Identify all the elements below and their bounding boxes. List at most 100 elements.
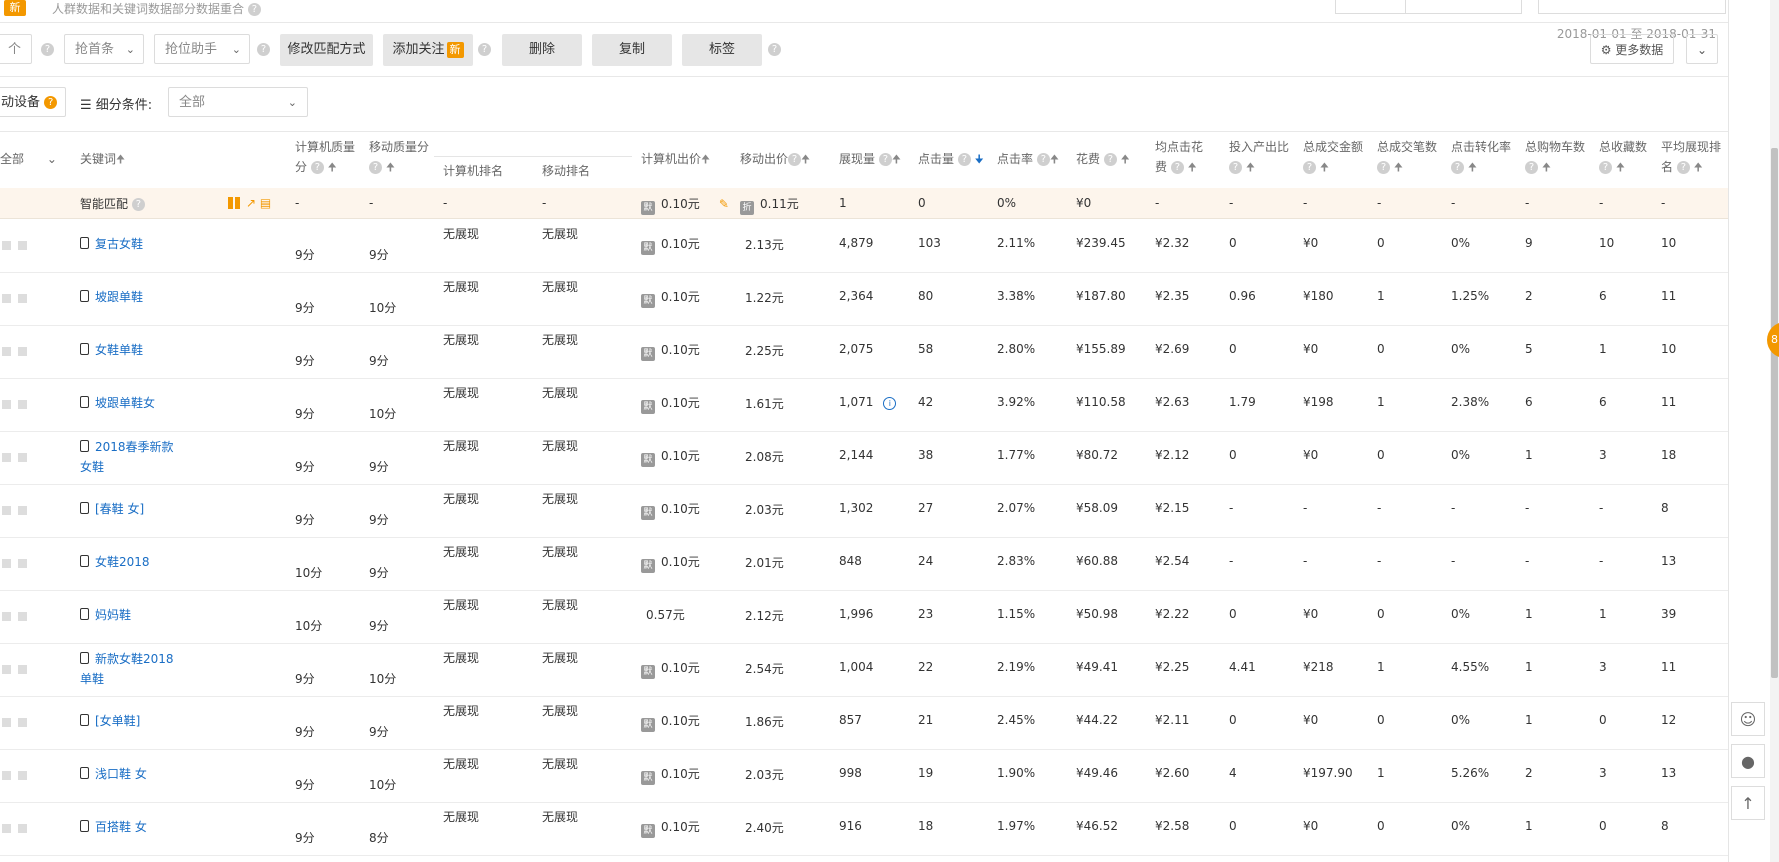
help-icon[interactable]: ? (478, 43, 491, 56)
row-checkbox[interactable] (2, 241, 11, 250)
keyword-link[interactable]: 浅口鞋 女 (80, 764, 147, 784)
pc-bid[interactable]: 默 0.10元 (641, 394, 700, 414)
copy-button[interactable]: 复制 (592, 34, 672, 66)
pc-bid[interactable]: 默 0.10元 (641, 765, 700, 785)
header-cvr[interactable]: 点击转化率? 🠉 (1451, 137, 1511, 178)
keyword-link[interactable]: 妈妈鞋 (80, 605, 131, 625)
header-cost[interactable]: 花费 ? 🠉 (1076, 149, 1130, 170)
grab-first-select[interactable]: 抢首条 ⌄ (64, 34, 144, 64)
pc-bid[interactable]: 默 0.10元 (641, 447, 700, 467)
header-keyword[interactable]: 关键词🠉 (80, 149, 125, 170)
help-icon[interactable]: ? (1036, 153, 1050, 166)
table-row[interactable]: 百搭鞋 女 9分 8分 无展现 无展现 默 0.10元 2.40元 916 18 … (0, 802, 1728, 856)
table-row[interactable]: 坡跟单鞋 9分 10分 无展现 无展现 默 0.10元 1.22元 2,364 8… (0, 272, 1728, 326)
pc-bid[interactable]: 默 0.10元 (641, 235, 700, 255)
table-row[interactable]: 浅口鞋 女 9分 10分 无展现 无展现 默 0.10元 2.03元 998 19… (0, 749, 1728, 803)
keyword-link[interactable]: 新款女鞋2018 单鞋 (80, 649, 174, 689)
info-icon[interactable]: i (883, 397, 897, 410)
row-checkbox[interactable] (2, 665, 11, 674)
pc-bid[interactable]: 默 0.10元 (641, 659, 700, 679)
pc-bid[interactable]: 默 0.10元 (641, 553, 700, 573)
sort-up-icon[interactable]: 🠉 (1121, 153, 1130, 166)
row-checkbox[interactable] (2, 506, 11, 515)
table-row[interactable]: 复古女鞋 9分 9分 无展现 无展现 默 0.10元 2.13元 4,879 10… (0, 219, 1728, 273)
row-status-box[interactable] (18, 241, 27, 250)
help-icon[interactable]: ? (878, 153, 892, 166)
row-checkbox[interactable] (2, 400, 11, 409)
help-icon[interactable]: ? (1103, 153, 1117, 166)
rank-assist-select[interactable]: 抢位助手 ⌄ (154, 34, 250, 64)
keyword-link[interactable]: 坡跟单鞋女 (80, 393, 155, 413)
help-icon[interactable]: ? (1676, 161, 1690, 174)
tag-button[interactable]: 标签 (682, 34, 762, 66)
row-checkbox[interactable] (2, 824, 11, 833)
help-icon[interactable]: ? (768, 43, 781, 56)
header-avg-rank[interactable]: 平均展现排名 ? 🠉 (1661, 137, 1721, 178)
row-checkbox[interactable] (2, 771, 11, 780)
delete-button[interactable]: 删除 (502, 34, 582, 66)
row-status-box[interactable] (18, 824, 27, 833)
trend-chart-icon[interactable]: ↗ (246, 196, 256, 210)
header-orders[interactable]: 总成交笔数? 🠉 (1377, 137, 1437, 178)
row-status-box[interactable] (18, 453, 27, 462)
date-picker[interactable] (1538, 0, 1726, 14)
header-roi[interactable]: 投入产出比? 🠉 (1229, 137, 1289, 178)
keyword-link[interactable]: [春鞋 女] (80, 499, 144, 519)
keyword-link[interactable]: 百搭鞋 女 (80, 817, 147, 837)
row-status-box[interactable] (18, 506, 27, 515)
header-carts[interactable]: 总购物车数? 🠉 (1525, 137, 1585, 178)
scrollbar-thumb[interactable] (1771, 148, 1778, 678)
row-checkbox[interactable] (2, 718, 11, 727)
help-icon[interactable]: ? (1377, 161, 1390, 174)
sort-up-icon[interactable]: 🠉 (116, 153, 125, 166)
help-icon[interactable]: ? (41, 43, 54, 56)
sort-up-icon[interactable]: 🠉 (1468, 161, 1477, 174)
pc-bid[interactable]: 默 0.10元 (641, 712, 700, 732)
header-clicks[interactable]: 点击量 ? 🠋 (918, 149, 984, 170)
help-icon[interactable]: ? (1303, 161, 1316, 174)
row-status-box[interactable] (18, 559, 27, 568)
table-row[interactable]: 女鞋单鞋 9分 9分 无展现 无展现 默 0.10元 2.25元 2,075 58… (0, 325, 1728, 379)
header-pc-quality[interactable]: 计算机质量分 ? 🠉 (295, 137, 355, 178)
sort-up-icon[interactable]: 🠉 (1394, 161, 1403, 174)
sort-up-icon[interactable]: 🠉 (1050, 153, 1059, 166)
top-select-right[interactable] (1405, 0, 1522, 14)
more-data-button[interactable]: ⚙ 更多数据 (1590, 34, 1674, 64)
help-icon[interactable]: ? (1599, 161, 1612, 174)
keyword-link[interactable]: 2018春季新款 女鞋 (80, 437, 174, 477)
help-icon[interactable]: ? (44, 96, 58, 109)
add-follow-button[interactable]: 添加关注新 (383, 34, 473, 66)
header-pc-bid[interactable]: 计算机出价🠉 (641, 149, 710, 170)
help-icon[interactable]: ? (310, 161, 324, 174)
table-row[interactable]: 坡跟单鞋女 9分 10分 无展现 无展现 默 0.10元 1.61元 1,071 i… (0, 378, 1728, 432)
help-icon[interactable]: ? (257, 43, 270, 56)
table-row[interactable]: [女单鞋] 9分 9分 无展现 无展现 默 0.10元 1.86元 857 21 … (0, 696, 1728, 750)
sort-up-icon[interactable]: 🠉 (1542, 161, 1551, 174)
row-status-box[interactable] (18, 771, 27, 780)
expand-button[interactable]: ⌄ (1686, 34, 1718, 64)
keyword-link[interactable]: 复古女鞋 (80, 234, 143, 254)
keyword-link[interactable]: 女鞋单鞋 (80, 340, 143, 360)
header-favs[interactable]: 总收藏数? 🠉 (1599, 137, 1647, 178)
sort-up-icon[interactable]: 🠉 (328, 161, 337, 174)
row-checkbox[interactable] (2, 453, 11, 462)
top-select-left[interactable] (1335, 0, 1407, 14)
sort-up-icon[interactable]: 🠉 (892, 153, 901, 166)
customer-service-icon[interactable]: ☺ (1731, 702, 1765, 736)
header-all-filter[interactable]: 全部 ⌄ (0, 149, 57, 169)
table-row[interactable]: 女鞋2018 10分 9分 无展现 无展现 默 0.10元 2.01元 848 2… (0, 537, 1728, 591)
help-icon[interactable]: ? (247, 3, 261, 16)
sort-up-icon[interactable]: 🠉 (1188, 161, 1197, 174)
help-icon[interactable]: ? (1170, 161, 1184, 174)
pc-bid[interactable]: 0.57元 (646, 606, 685, 623)
report-icon[interactable]: ▤ (260, 196, 271, 210)
back-to-top-icon[interactable]: ↑ (1731, 786, 1765, 820)
sort-up-icon[interactable]: 🠉 (1694, 161, 1703, 174)
header-mobile-bid[interactable]: 移动出价? 🠉 (740, 149, 810, 170)
smart-pc-bid[interactable]: 默 0.10元 ✎ (641, 195, 729, 215)
sort-up-icon[interactable]: 🠉 (701, 153, 710, 166)
help-icon[interactable]: ? (957, 153, 971, 166)
pc-bid[interactable]: 默 0.10元 (641, 341, 700, 361)
keyword-link[interactable]: [女单鞋] (80, 711, 140, 731)
row-status-box[interactable] (18, 612, 27, 621)
